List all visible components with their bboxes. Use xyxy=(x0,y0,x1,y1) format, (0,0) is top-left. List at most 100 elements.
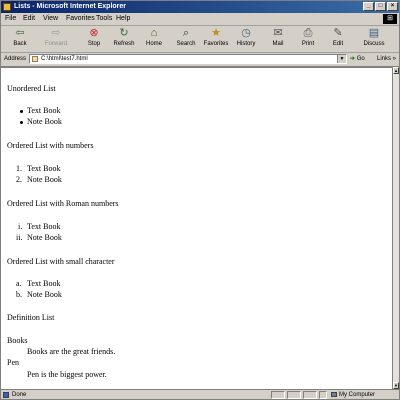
definition-heading: Definition List xyxy=(7,313,55,322)
back-icon: ⇦ xyxy=(15,27,25,39)
list-item: Note Book xyxy=(27,233,62,242)
address-bar: Address C:\html\test7.html ▼ ➔ Go Links … xyxy=(1,53,399,67)
print-label: Print xyxy=(301,41,315,47)
list-item: Note Book xyxy=(27,175,62,184)
stop-label: Stop xyxy=(87,41,101,47)
title-bar: Lists - Microsoft Internet Explorer _ □ … xyxy=(1,1,399,13)
history-button[interactable]: ◷ History xyxy=(231,27,261,51)
definition-desc: Pen is the biggest power. xyxy=(27,370,107,379)
print-icon: ⎙ xyxy=(303,27,313,39)
stop-icon: ⊗ xyxy=(89,27,99,39)
scroll-down-icon[interactable]: ▼ xyxy=(393,382,399,389)
refresh-label: Refresh xyxy=(113,41,135,47)
home-button[interactable]: ⌂ Home xyxy=(139,27,169,51)
address-dropdown-icon[interactable]: ▼ xyxy=(337,55,346,63)
zone-label: My Computer xyxy=(339,392,376,398)
home-label: Home xyxy=(145,41,162,47)
address-label: Address xyxy=(4,56,27,62)
search-icon: ⌕ xyxy=(182,27,190,39)
list-item: Text Book xyxy=(27,164,61,173)
windows-logo-icon: ⊞ xyxy=(383,14,397,24)
status-pane xyxy=(287,391,301,399)
status-text: Done xyxy=(12,392,27,398)
page-done-icon xyxy=(3,392,9,398)
list-item: Note Book xyxy=(27,117,62,126)
page-content: Unordered List Text Book Note Book Order… xyxy=(1,67,392,390)
menu-favorites[interactable]: Favorites xyxy=(66,13,95,25)
home-icon: ⌂ xyxy=(150,27,158,39)
favorites-button[interactable]: ★ Favorites xyxy=(201,27,231,51)
favorites-label: Favorites xyxy=(203,41,229,47)
browser-window: Lists - Microsoft Internet Explorer _ □ … xyxy=(0,0,400,400)
list-marker: b. xyxy=(16,290,22,299)
bullet-icon xyxy=(20,106,23,115)
status-bar: Done My Computer xyxy=(1,389,399,399)
numbers-heading: Ordered List with numbers xyxy=(7,141,94,150)
search-button[interactable]: ⌕ Search xyxy=(171,27,201,51)
edit-button[interactable]: ✎ Edit xyxy=(323,27,353,51)
menu-view[interactable]: View xyxy=(43,13,58,25)
maximize-button[interactable]: □ xyxy=(375,2,386,11)
roman-heading: Ordered List with Roman numbers xyxy=(7,199,119,208)
mail-button[interactable]: ✉ Mail xyxy=(263,27,293,51)
list-marker: 1. xyxy=(16,164,22,173)
back-button[interactable]: ⇦ Back xyxy=(5,27,35,51)
discuss-label: Discuss xyxy=(363,41,385,47)
page-icon xyxy=(32,56,38,62)
list-item: Note Book xyxy=(27,290,62,299)
bullet-icon xyxy=(20,117,23,126)
definition-term: Books xyxy=(7,336,28,345)
discuss-button[interactable]: ▤ Discuss xyxy=(359,27,389,51)
links-label: Links xyxy=(377,56,392,62)
refresh-button[interactable]: ↻ Refresh xyxy=(109,27,139,51)
list-item: Text Book xyxy=(27,106,61,115)
small-char-heading: Ordered List with small character xyxy=(7,257,115,266)
mail-icon: ✉ xyxy=(273,27,283,39)
favorites-icon: ★ xyxy=(211,27,221,39)
list-marker: ii. xyxy=(16,233,23,242)
menu-file[interactable]: File xyxy=(5,13,16,25)
search-label: Search xyxy=(176,41,196,47)
stop-button[interactable]: ⊗ Stop xyxy=(79,27,109,51)
forward-button[interactable]: ⇨ Forward xyxy=(41,27,71,51)
history-label: History xyxy=(236,41,256,47)
discuss-icon: ▤ xyxy=(368,27,380,39)
mail-label: Mail xyxy=(272,41,284,47)
refresh-icon: ↻ xyxy=(119,27,129,39)
print-button[interactable]: ⎙ Print xyxy=(293,27,323,51)
address-input[interactable]: C:\html\test7.html ▼ xyxy=(29,54,347,64)
status-pane xyxy=(319,391,327,399)
list-item: Text Book xyxy=(27,222,61,231)
back-label: Back xyxy=(13,41,27,47)
list-item: Text Book xyxy=(27,279,61,288)
unordered-heading: Unordered List xyxy=(7,84,56,93)
toolbar: ⇦ Back ⇨ Forward ⊗ Stop ↻ Refresh ⌂ Home… xyxy=(1,26,399,53)
my-computer-icon xyxy=(331,391,337,397)
forward-label: Forward xyxy=(44,41,67,47)
menu-bar: File Edit View Favorites Tools Help ⊞ xyxy=(1,13,399,26)
go-label: Go xyxy=(356,56,365,62)
menu-tools[interactable]: Tools xyxy=(96,13,112,25)
close-button[interactable]: × xyxy=(387,2,398,11)
menu-edit[interactable]: Edit xyxy=(23,13,35,25)
vertical-scrollbar[interactable]: ▲ ▼ xyxy=(392,67,399,389)
go-button[interactable]: ➔ Go xyxy=(350,53,365,66)
status-pane xyxy=(271,391,285,399)
security-zone: My Computer xyxy=(331,390,376,399)
ie-page-icon xyxy=(3,3,11,11)
list-marker: 2. xyxy=(16,175,22,184)
list-marker: a. xyxy=(16,279,22,288)
scroll-up-icon[interactable]: ▲ xyxy=(393,67,399,74)
definition-desc: Books are the great friends. xyxy=(27,347,116,356)
status-pane xyxy=(303,391,317,399)
edit-icon: ✎ xyxy=(333,27,343,39)
window-controls: _ □ × xyxy=(363,2,398,11)
forward-icon: ⇨ xyxy=(51,27,61,39)
links-button[interactable]: Links » xyxy=(377,53,396,66)
edit-label: Edit xyxy=(332,41,344,47)
menu-help[interactable]: Help xyxy=(116,13,130,25)
list-marker: i. xyxy=(18,222,23,231)
window-title: Lists - Microsoft Internet Explorer xyxy=(14,3,127,10)
minimize-button[interactable]: _ xyxy=(363,2,374,11)
address-value: C:\html\test7.html xyxy=(41,56,88,62)
